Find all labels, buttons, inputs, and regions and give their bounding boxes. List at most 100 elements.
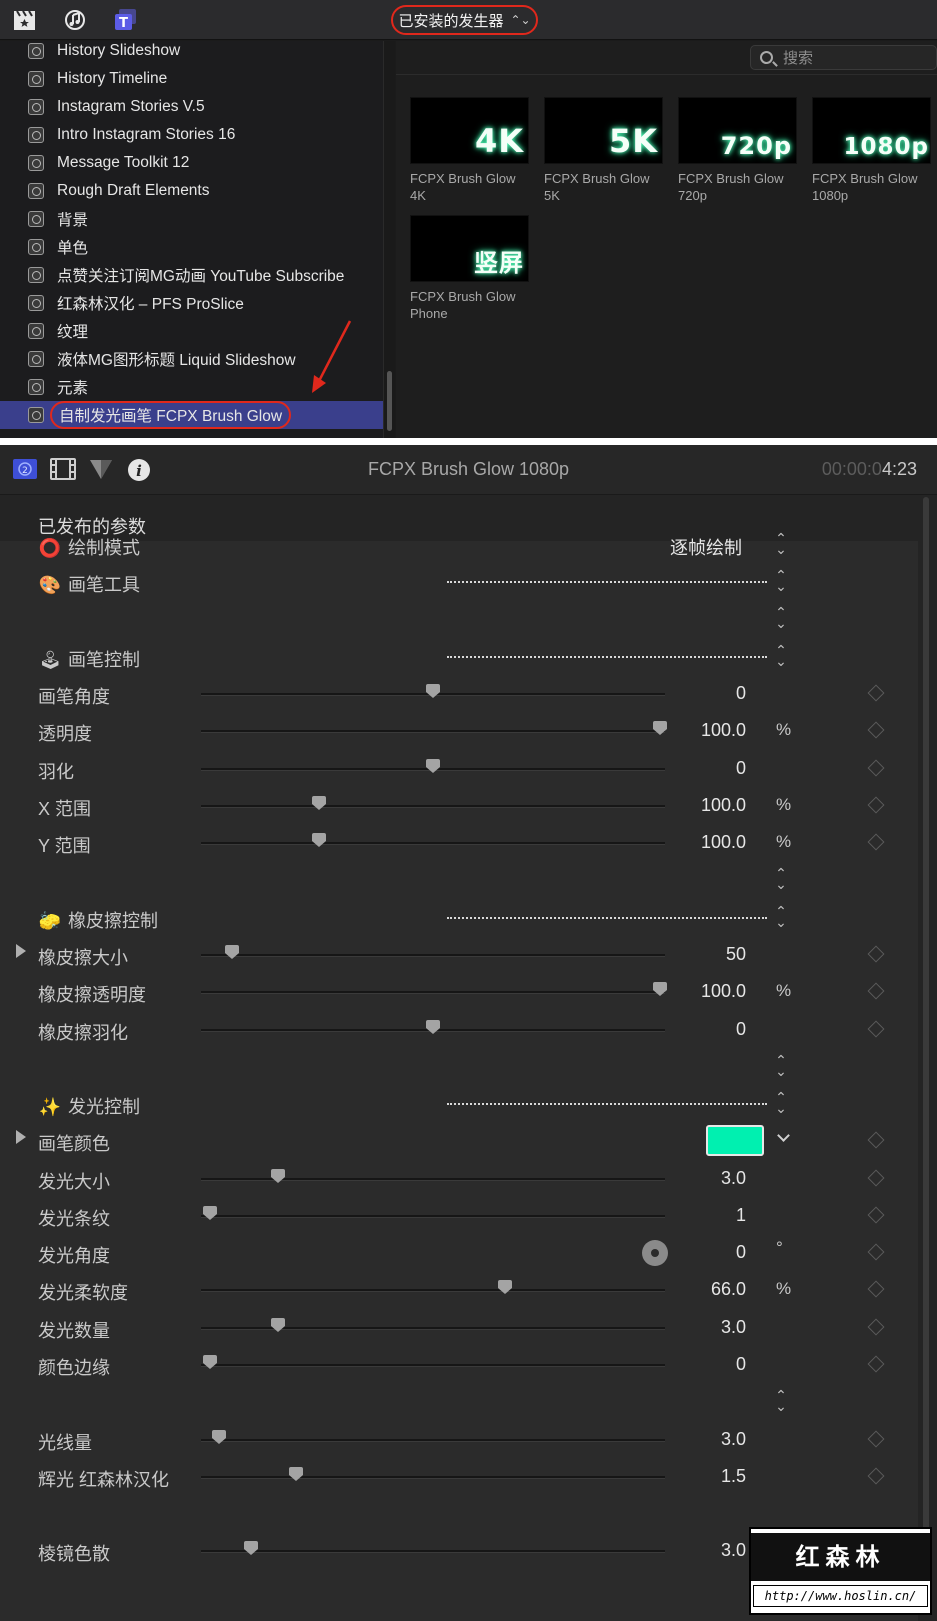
titles-generators-icon[interactable]: T [113, 8, 139, 32]
slider-knob[interactable] [225, 945, 240, 960]
param-row-eraser-control[interactable]: 🧽 橡皮擦控制 ⌃ ⌄ [0, 898, 918, 936]
sidebar-item[interactable]: 点赞关注订阅MG动画 YouTube Subscribe [0, 261, 383, 289]
popup-chevron-icon[interactable]: ⌃ ⌄ [775, 1388, 787, 1413]
sidebar-item[interactable]: 背景 [0, 205, 383, 233]
param-value[interactable]: 0 [736, 1242, 746, 1263]
draw-mode-popup[interactable]: 逐帧绘制 [670, 534, 742, 560]
param-row-x-range[interactable]: X 范围 100.0% [0, 786, 918, 824]
keyframe-icon[interactable] [867, 1280, 885, 1298]
param-stepper-row[interactable]: ⌃ ⌄ [0, 599, 918, 637]
param-value[interactable]: 100.0 [701, 720, 746, 741]
slider-knob[interactable] [270, 1318, 285, 1333]
param-row-light-amount[interactable]: 光线量 3.0 [0, 1420, 918, 1458]
param-row-brush-tool[interactable]: 🎨 画笔工具 ⌃ ⌄ [0, 562, 918, 600]
slider-knob[interactable] [243, 1541, 258, 1556]
param-row-glow-size[interactable]: 发光大小 3.0 [0, 1159, 918, 1197]
sidebar-item[interactable]: Message Toolkit 12 [0, 149, 383, 177]
param-value[interactable]: 0 [736, 1354, 746, 1375]
keyframe-icon[interactable] [867, 1430, 885, 1448]
keyframe-icon[interactable] [867, 833, 885, 851]
param-row-y-range[interactable]: Y 范围 100.0% [0, 823, 918, 861]
keyframe-icon[interactable] [867, 684, 885, 702]
param-row-eraser-feather[interactable]: 橡皮擦羽化 0 [0, 1010, 918, 1048]
sidebar-item[interactable]: History Slideshow [0, 41, 383, 65]
chevron-down-icon[interactable] [777, 1129, 790, 1142]
slider-track[interactable] [201, 991, 665, 993]
keyframe-icon[interactable] [867, 1206, 885, 1224]
clapper-icon[interactable] [12, 8, 38, 32]
param-row-draw-mode[interactable]: ⭕ 绘制模式 逐帧绘制 ⌃ ⌄ [0, 525, 918, 563]
slider-track[interactable] [201, 1439, 665, 1441]
slider-knob[interactable] [289, 1467, 303, 1482]
generator-thumbnail[interactable]: 5K FCPX Brush Glow 5K [544, 97, 664, 204]
param-row-glow-stripes[interactable]: 发光条纹 1 [0, 1196, 918, 1234]
slider-track[interactable] [201, 1289, 665, 1291]
param-value[interactable]: 50 [726, 944, 746, 965]
sidebar-item[interactable]: 红森林汉化 – PFS ProSlice [0, 289, 383, 317]
param-row-eraser-size[interactable]: 橡皮擦大小 50 [0, 935, 918, 973]
param-value[interactable]: 0 [736, 758, 746, 779]
keyframe-icon[interactable] [867, 945, 885, 963]
keyframe-icon[interactable] [867, 982, 885, 1000]
param-value[interactable]: 100.0 [701, 981, 746, 1002]
color-swatch[interactable] [706, 1125, 764, 1156]
param-row-glow-count[interactable]: 发光数量 3.0 [0, 1308, 918, 1346]
search-input[interactable]: 搜索 [750, 45, 937, 70]
inspector-scrollbar[interactable] [921, 497, 931, 1617]
slider-knob[interactable] [425, 759, 440, 774]
param-value[interactable]: 3.0 [721, 1540, 746, 1561]
param-value[interactable]: 66.0 [711, 1279, 746, 1300]
slider-track[interactable] [201, 1215, 665, 1217]
music-icon[interactable] [62, 8, 88, 32]
param-row-opacity[interactable]: 透明度 100.0% [0, 711, 918, 749]
scrollbar-thumb[interactable] [387, 371, 392, 431]
param-row-feather[interactable]: 羽化 0 [0, 749, 918, 787]
slider-knob[interactable] [425, 684, 440, 699]
param-row-glare[interactable]: 辉光 红森林汉化 1.5 [0, 1457, 918, 1495]
keyframe-icon[interactable] [867, 721, 885, 739]
keyframe-icon[interactable] [867, 796, 885, 814]
param-row-brush-angle[interactable]: 画笔角度 0 [0, 674, 918, 712]
popup-chevron-icon[interactable]: ⌃ ⌄ [775, 643, 787, 668]
slider-track[interactable] [201, 730, 665, 732]
param-value[interactable]: 1 [736, 1205, 746, 1226]
keyframe-icon[interactable] [867, 1131, 885, 1149]
keyframe-icon[interactable] [867, 1467, 885, 1485]
slider-knob[interactable] [211, 1430, 226, 1445]
param-stepper-row[interactable]: ⌃ ⌄ [0, 860, 918, 898]
generator-thumbnail[interactable]: 竖屏 FCPX Brush Glow Phone [410, 215, 530, 322]
keyframe-icon[interactable] [867, 1020, 885, 1038]
popup-chevron-icon[interactable]: ⌃ ⌄ [775, 1053, 787, 1078]
param-row-glow-softness[interactable]: 发光柔软度 66.0% [0, 1270, 918, 1308]
disclosure-triangle-icon[interactable] [16, 1130, 26, 1144]
param-row-brush-control[interactable]: 🕹 画笔控制 ⌃ ⌄ [0, 637, 918, 675]
slider-knob[interactable] [202, 1355, 217, 1370]
angle-dial[interactable] [642, 1240, 668, 1266]
param-row-eraser-opacity[interactable]: 橡皮擦透明度 100.0% [0, 972, 918, 1010]
slider-knob[interactable] [270, 1169, 285, 1184]
disclosure-triangle-icon[interactable] [16, 944, 26, 958]
param-value[interactable]: 3.0 [721, 1317, 746, 1338]
sidebar-item[interactable]: History Timeline [0, 65, 383, 93]
param-stepper-row[interactable]: ⌃ ⌄ [0, 1382, 918, 1420]
param-value[interactable]: 0 [736, 683, 746, 704]
param-value[interactable]: 3.0 [721, 1429, 746, 1450]
slider-knob[interactable] [425, 1020, 440, 1035]
param-value[interactable]: 100.0 [701, 795, 746, 816]
generator-thumbnail[interactable]: 1080p FCPX Brush Glow 1080p [812, 97, 932, 204]
param-value[interactable]: 100.0 [701, 832, 746, 853]
keyframe-icon[interactable] [867, 1355, 885, 1373]
param-row-glow-control[interactable]: ✨ 发光控制 ⌃ ⌄ [0, 1084, 918, 1122]
param-value[interactable]: 3.0 [721, 1168, 746, 1189]
param-stepper-row[interactable]: ⌃ ⌄ [0, 1047, 918, 1085]
slider-knob[interactable] [498, 1280, 513, 1295]
param-row-color-edge[interactable]: 颜色边缘 0 [0, 1345, 918, 1383]
keyframe-icon[interactable] [867, 1318, 885, 1336]
param-value[interactable]: 0 [736, 1019, 746, 1040]
slider-knob[interactable] [653, 721, 667, 736]
slider-knob[interactable] [653, 982, 667, 997]
popup-chevron-icon[interactable]: ⌃ ⌄ [775, 531, 787, 556]
keyframe-icon[interactable] [867, 759, 885, 777]
slider-track[interactable] [201, 1476, 665, 1478]
generator-thumbnail[interactable]: 720p FCPX Brush Glow 720p [678, 97, 798, 204]
